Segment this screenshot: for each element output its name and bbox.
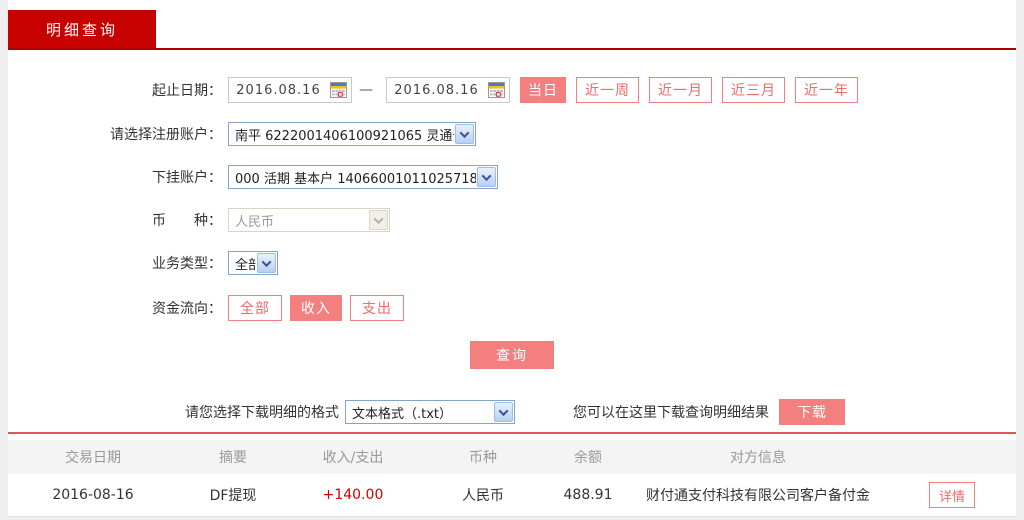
query-button-row: 查询 [8, 341, 1016, 369]
sub-account-label: 下挂账户： [152, 170, 222, 186]
fund-flow-label: 资金流向： [152, 301, 222, 317]
download-hint: 您可以在这里下载查询明细结果 [573, 405, 769, 421]
sub-account-row: 下挂账户： 000 活期 基本户 1406600101102571848 [8, 165, 1016, 189]
currency-value: 人民币 [235, 214, 275, 230]
date-range-separator: — [359, 82, 373, 98]
register-account-select[interactable]: 南平 6222001406100921065 灵通卡 [228, 122, 476, 146]
table-top-divider [8, 432, 1016, 434]
header-income-expense: 收入/支出 [322, 450, 384, 466]
quick-range-today-button[interactable]: 当日 [520, 77, 566, 103]
header-summary: 摘要 [219, 450, 247, 466]
cell-counterparty: 财付通支付科技有限公司客户备付金 [646, 488, 870, 504]
header-trade-date: 交易日期 [65, 450, 121, 466]
calendar-icon[interactable] [328, 81, 349, 99]
business-type-row: 业务类型： 全部 [8, 251, 1016, 275]
download-format-value: 文本格式（.txt） [352, 406, 453, 422]
download-button[interactable]: 下载 [779, 399, 845, 425]
query-form: 起止日期： 2016.08.16 — 2016.08.16 当日 近一周 近一月… [8, 50, 1016, 425]
fund-flow-income-button[interactable]: 收入 [290, 295, 342, 321]
cell-currency: 人民币 [462, 488, 504, 504]
quick-range-week-button[interactable]: 近一周 [576, 77, 639, 103]
chevron-down-icon [369, 210, 388, 230]
tab-detail-query[interactable]: 明细查询 [8, 10, 156, 48]
chevron-down-icon[interactable] [455, 124, 474, 144]
tab-bar: 明细查询 [8, 0, 1016, 50]
cell-balance: 488.91 [563, 487, 613, 503]
date-range-row: 起止日期： 2016.08.16 — 2016.08.16 当日 近一周 近一月… [8, 77, 1016, 103]
chevron-down-icon[interactable] [477, 167, 496, 187]
sub-account-select[interactable]: 000 活期 基本户 1406600101102571848 [228, 165, 498, 189]
business-type-label: 业务类型： [152, 256, 222, 272]
business-type-value: 全部 [235, 257, 256, 273]
content-card: 明细查询 起止日期： 2016.08.16 — 2016.08.16 当日 近一… [8, 0, 1016, 517]
quick-range-3months-button[interactable]: 近三月 [722, 77, 785, 103]
download-format-label: 请您选择下载明细的格式 [185, 405, 339, 421]
start-date-input[interactable]: 2016.08.16 [228, 77, 352, 103]
fund-flow-expense-button[interactable]: 支出 [350, 295, 404, 321]
end-date-value: 2016.08.16 [394, 82, 479, 98]
cell-amount: +140.00 [322, 487, 384, 503]
table-header-row: 交易日期 摘要 收入/支出 币种 余额 对方信息 [8, 440, 1016, 474]
sub-account-value: 000 活期 基本户 1406600101102571848 [235, 171, 476, 187]
cell-trade-date: 2016-08-16 [52, 487, 134, 503]
download-row: 请您选择下载明细的格式 文本格式（.txt） 您可以在这里下载查询明细结果 下载 [8, 399, 1016, 425]
header-currency: 币种 [469, 450, 497, 466]
chevron-down-icon[interactable] [494, 402, 513, 422]
table-row: 2016-08-16 DF提现 +140.00 人民币 488.91 财付通支付… [8, 474, 1016, 517]
header-balance: 余额 [574, 450, 602, 466]
currency-select: 人民币 [228, 208, 390, 232]
currency-label: 币 种： [152, 213, 222, 229]
quick-range-year-button[interactable]: 近一年 [795, 77, 858, 103]
date-range-label: 起止日期： [152, 83, 222, 99]
fund-flow-row: 资金流向： 全部 收入 支出 [8, 294, 1016, 322]
register-account-label: 请选择注册账户： [110, 127, 222, 143]
query-button[interactable]: 查询 [470, 341, 554, 369]
chevron-down-icon[interactable] [257, 253, 276, 273]
cell-summary: DF提现 [209, 488, 257, 504]
register-account-value: 南平 6222001406100921065 灵通卡 [235, 128, 454, 144]
header-counterparty: 对方信息 [730, 450, 786, 466]
detail-button[interactable]: 详情 [928, 482, 975, 508]
start-date-value: 2016.08.16 [236, 82, 321, 98]
business-type-select[interactable]: 全部 [228, 251, 278, 275]
quick-range-month-button[interactable]: 近一月 [649, 77, 712, 103]
download-format-select[interactable]: 文本格式（.txt） [345, 400, 515, 424]
cell-action: 详情 [888, 482, 1016, 508]
fund-flow-all-button[interactable]: 全部 [228, 295, 282, 321]
register-account-row: 请选择注册账户： 南平 6222001406100921065 灵通卡 [8, 122, 1016, 146]
end-date-input[interactable]: 2016.08.16 [386, 77, 510, 103]
calendar-icon[interactable] [486, 81, 507, 99]
currency-row: 币 种： 人民币 [8, 208, 1016, 232]
